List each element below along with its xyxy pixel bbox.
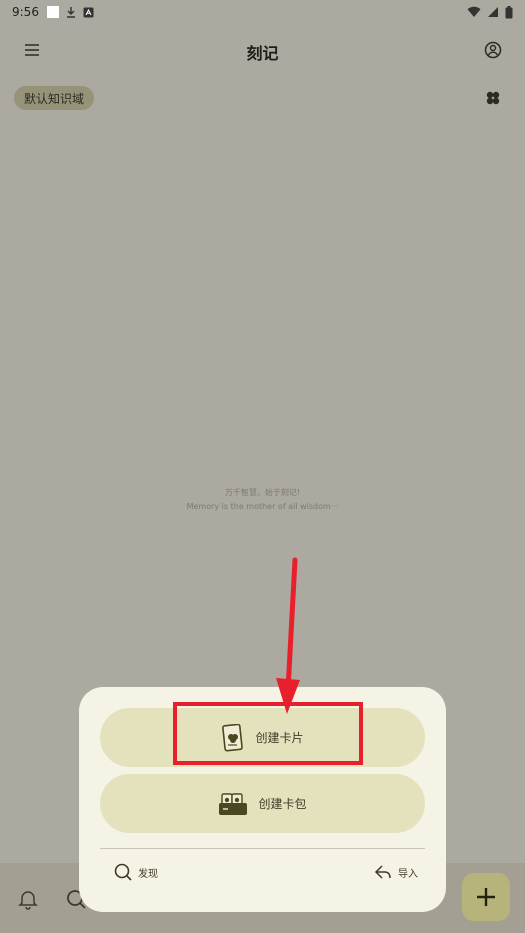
wifi-icon bbox=[467, 6, 481, 17]
page-title: 刻记 bbox=[246, 44, 279, 63]
clover-button[interactable] bbox=[483, 88, 503, 108]
discover-link[interactable]: 发现 bbox=[114, 863, 158, 881]
empty-hint-cn: 万千智慧，始于刻记! bbox=[224, 488, 301, 497]
search-icon bbox=[114, 863, 132, 881]
card-pack-icon bbox=[219, 792, 248, 815]
status-system-icons bbox=[467, 5, 513, 19]
status-bar: 9:56 bbox=[0, 0, 525, 24]
add-fab-button[interactable] bbox=[462, 873, 510, 921]
battery-icon bbox=[505, 5, 513, 18]
create-pack-label: 创建卡包 bbox=[258, 797, 307, 811]
import-link[interactable]: 导入 bbox=[374, 863, 418, 881]
status-time: 9:56 bbox=[12, 5, 39, 19]
import-label: 导入 bbox=[398, 868, 418, 880]
notifications-button[interactable] bbox=[16, 887, 40, 911]
bell-icon bbox=[18, 891, 38, 910]
plus-icon bbox=[477, 888, 495, 906]
notification-square-icon bbox=[46, 6, 59, 18]
profile-button[interactable] bbox=[481, 38, 505, 62]
empty-hint-en: Memory is the mother of all wisdom··· bbox=[186, 502, 339, 511]
download-icon bbox=[66, 7, 75, 18]
status-notification-icons bbox=[46, 6, 94, 18]
annotation-highlight-box bbox=[173, 702, 363, 765]
knowledge-base-chip[interactable]: 默认知识域 bbox=[14, 86, 95, 110]
empty-state-hint: 万千智慧，始于刻记! Memory is the mother of all w… bbox=[0, 486, 525, 514]
sheet-divider bbox=[100, 848, 425, 849]
import-icon bbox=[374, 865, 391, 879]
app-bar: 刻记 bbox=[0, 30, 525, 70]
clover-icon bbox=[486, 91, 500, 105]
discover-label: 发现 bbox=[138, 868, 158, 880]
text-badge-icon bbox=[83, 7, 94, 17]
create-pack-button[interactable]: 创建卡包 bbox=[100, 774, 425, 833]
signal-icon bbox=[488, 7, 498, 17]
account-circle-icon bbox=[484, 41, 502, 59]
